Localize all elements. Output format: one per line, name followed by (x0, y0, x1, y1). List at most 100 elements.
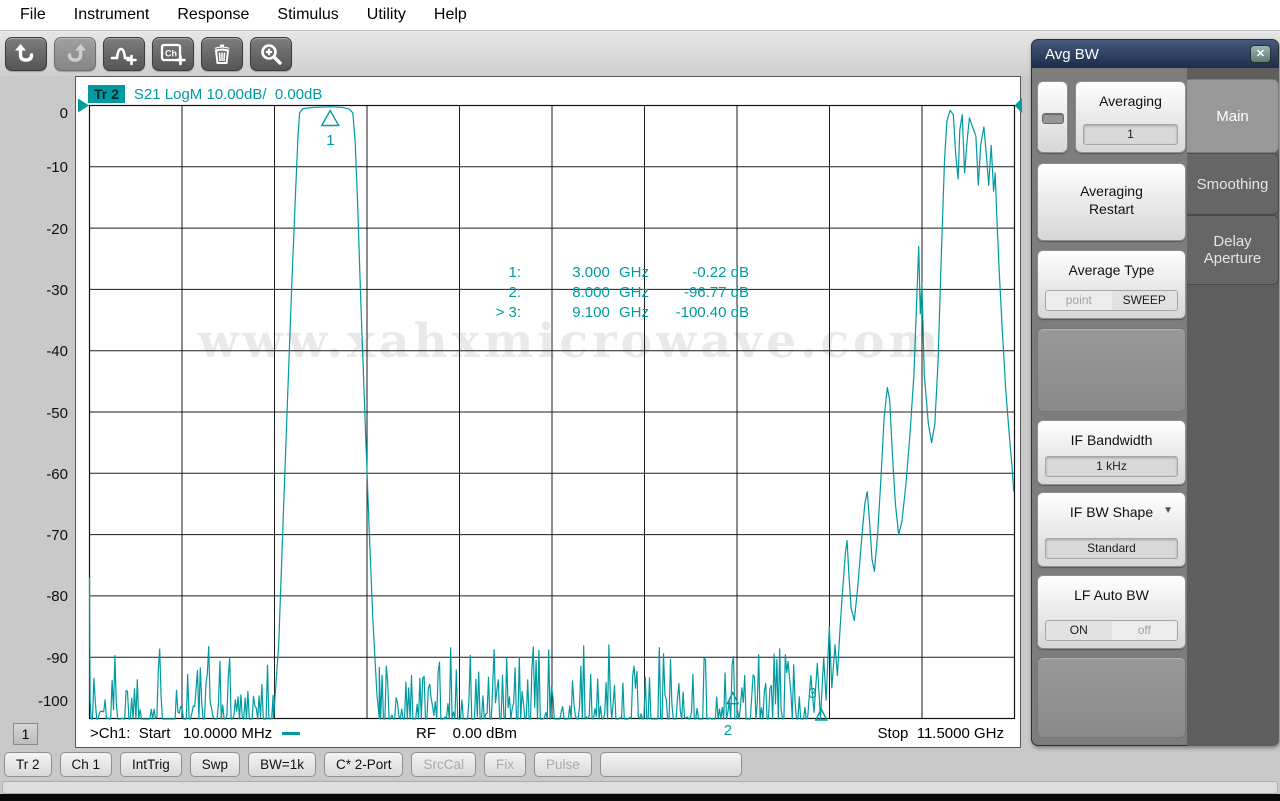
marker-id: 2: (508, 284, 521, 301)
reference-level-arrow-right[interactable] (1014, 98, 1023, 113)
status-message-strip (2, 781, 1278, 794)
measurement-display-panel: 123 Tr 2 S21 LogM 10.00dB/ 0.00dB 1: 3.00… (75, 76, 1023, 748)
trace-color-indicator (282, 731, 301, 735)
marker-frequency: 3.000 GHz (572, 264, 649, 281)
rf-power-label: RF 0.00 dBm (416, 725, 517, 742)
stimulus-stop-label: Stop 11.5000 GHz (877, 725, 1004, 742)
marker-1-symbol[interactable] (320, 109, 340, 127)
status-button-pulse[interactable]: Pulse (534, 752, 592, 777)
add-channel-button[interactable]: Ch (152, 36, 194, 71)
y-axis-tick-label: -80 (46, 588, 68, 606)
average-type-button[interactable]: Average Type point SWEEP (1037, 250, 1186, 319)
redo-button[interactable] (54, 36, 96, 71)
y-axis-tick-label: -90 (46, 649, 68, 667)
status-button-c-2-port[interactable]: C* 2-Port (323, 752, 404, 777)
average-type-option-point[interactable]: point (1046, 291, 1112, 310)
status-button-srccal[interactable]: SrcCal (411, 752, 476, 777)
marker-frequency: 8.000 GHz (572, 284, 649, 301)
plot-footer: >Ch1: Start 10.0000 MHz RF 0.00 dBm Stop… (76, 723, 1020, 747)
svg-text:Ch: Ch (165, 48, 177, 58)
averaging-label: Averaging (1099, 93, 1162, 109)
panel-title-bar: Avg BW (1032, 40, 1278, 68)
status-bar: Tr 2 Ch 1 IntTrig Swp BW=1k C* 2-Port SrcCal Fi… (0, 751, 1280, 778)
if-bandwidth-button[interactable]: IF Bandwidth 1 kHz (1037, 420, 1186, 485)
averaging-toggle-button[interactable] (1037, 81, 1068, 153)
zoom-in-icon (259, 42, 283, 66)
y-axis-tick-label: -100 (37, 693, 68, 710)
if-bw-shape-value[interactable]: Standard (1045, 538, 1178, 559)
marker-value: -0.22 dB (692, 264, 749, 281)
marker-3-readout: > 3: 9.100 GHz -100.40 dB (461, 303, 749, 323)
status-button-swp[interactable]: Swp (189, 752, 241, 777)
tab-main[interactable]: Main (1187, 79, 1279, 153)
average-type-label: Average Type (1068, 262, 1155, 278)
marker-value: -100.40 dB (675, 304, 749, 321)
if-bandwidth-label: IF Bandwidth (1070, 432, 1153, 448)
y-axis-tick-label: -20 (46, 220, 68, 238)
tab-smoothing[interactable]: Smoothing (1187, 153, 1279, 215)
marker-2-readout: 2: 8.000 GHz -96.77 dB (461, 283, 749, 303)
trace-header: Tr 2 S21 LogM 10.00dB/ 0.00dB (88, 85, 322, 103)
add-channel-icon: Ch (159, 41, 187, 67)
menu-item-utility[interactable]: Utility (353, 0, 420, 30)
averaging-value[interactable]: 1 (1083, 124, 1178, 145)
averaging-restart-label: Averaging Restart (1080, 183, 1143, 217)
trash-icon (210, 42, 234, 66)
marker-1-number: 1 (326, 132, 334, 149)
undo-button[interactable] (5, 36, 47, 71)
status-button-empty[interactable] (599, 752, 742, 777)
undo-icon (13, 42, 39, 66)
trace-badge[interactable]: Tr 2 (88, 85, 125, 103)
zoom-in-button[interactable] (250, 36, 292, 71)
lf-auto-bw-button[interactable]: LF Auto BW ON off (1037, 575, 1186, 649)
stimulus-start-label: >Ch1: Start 10.0000 MHz (90, 725, 301, 742)
marker-frequency: 9.100 GHz (572, 304, 649, 321)
status-button-ch-1[interactable]: Ch 1 (59, 752, 113, 777)
average-type-toggle[interactable]: point SWEEP (1045, 290, 1178, 311)
tab-delay-aperture[interactable]: Delay Aperture (1187, 215, 1279, 285)
marker-id: > 3: (495, 304, 521, 321)
delete-button[interactable] (201, 36, 243, 71)
lf-auto-bw-toggle[interactable]: ON off (1045, 620, 1178, 641)
vna-application-window: File Instrument Response Stimulus Utility Hel… (0, 0, 1280, 801)
y-axis-tick-label: -40 (46, 343, 68, 361)
averaging-button[interactable]: Averaging 1 (1075, 81, 1186, 153)
channel-number-badge: 1 (13, 723, 38, 745)
status-button-tr-2[interactable]: Tr 2 (4, 752, 52, 777)
average-type-option-sweep[interactable]: SWEEP (1111, 291, 1177, 310)
marker-readout-table: 1: 3.000 GHz -0.22 dB 2: 8.000 GHz -96.77 dB >… (461, 263, 749, 323)
y-axis-tick-label: -50 (46, 404, 68, 422)
lf-auto-bw-option-on[interactable]: ON (1046, 621, 1112, 640)
y-axis-tick-label: -30 (46, 281, 68, 299)
y-axis-tick-label: -10 (46, 159, 68, 177)
menu-item-stimulus[interactable]: Stimulus (263, 0, 352, 30)
marker-3-number: 3 (808, 685, 816, 702)
softkey-tabs-column: Main Smoothing Delay Aperture (1187, 68, 1279, 746)
lf-auto-bw-option-off[interactable]: off (1111, 621, 1177, 640)
averaging-restart-button[interactable]: Averaging Restart (1037, 163, 1186, 241)
if-bandwidth-value[interactable]: 1 kHz (1045, 456, 1178, 477)
panel-title: Avg BW (1045, 45, 1099, 63)
unused-softkey-2 (1037, 657, 1186, 738)
menu-item-file[interactable]: File (6, 0, 60, 30)
dropdown-arrow-icon: ▼ (1163, 505, 1173, 516)
menu-item-instrument[interactable]: Instrument (60, 0, 164, 30)
trace-title: S21 LogM 10.00dB/ 0.00dB (133, 85, 323, 103)
plot-canvas: 123 (78, 98, 1023, 739)
marker-1-readout: 1: 3.000 GHz -0.22 dB (461, 263, 749, 283)
bottom-border-bar (0, 794, 1280, 801)
redo-icon (62, 42, 88, 66)
status-button-bw-1k[interactable]: BW=1k (248, 752, 316, 777)
avg-bw-softkey-panel: Avg BW ✕ Averaging 1 Averaging Restart A… (1031, 39, 1279, 746)
unused-softkey-1 (1037, 328, 1186, 412)
status-button-fix[interactable]: Fix (484, 752, 526, 777)
status-button-inttrig[interactable]: IntTrig (120, 752, 182, 777)
panel-close-button[interactable]: ✕ (1250, 45, 1271, 63)
add-trace-button[interactable] (103, 36, 145, 71)
if-bw-shape-button[interactable]: IF BW Shape ▼ Standard (1037, 492, 1186, 567)
lf-auto-bw-label: LF Auto BW (1074, 587, 1149, 603)
menu-item-response[interactable]: Response (163, 0, 263, 30)
add-trace-icon (110, 41, 138, 67)
menu-item-help[interactable]: Help (420, 0, 481, 30)
marker-value: -96.77 dB (683, 284, 749, 301)
